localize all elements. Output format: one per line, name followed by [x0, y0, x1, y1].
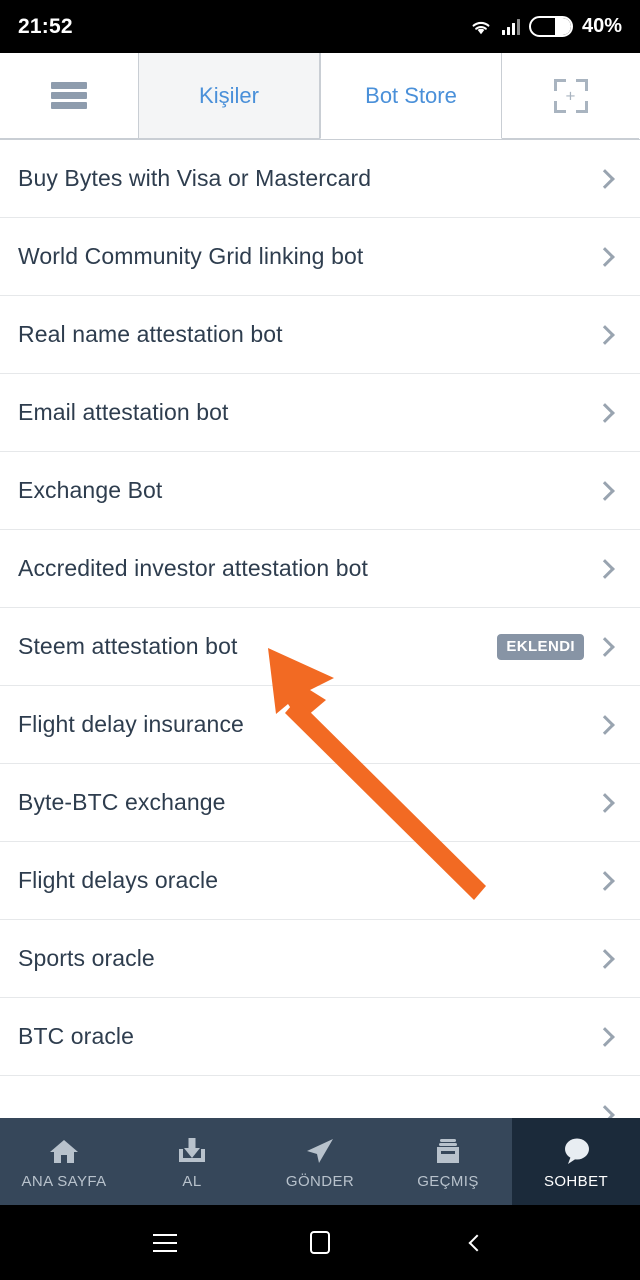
nav-item-ana-sayfa[interactable]: ANA SAYFA	[0, 1118, 128, 1205]
chevron-right-icon	[595, 558, 615, 579]
nav-item-label: ANA SAYFA	[21, 1172, 107, 1190]
nav-item-label: GEÇMIŞ	[417, 1172, 479, 1190]
chevron-right-icon	[595, 480, 615, 501]
send-icon	[301, 1134, 339, 1168]
chevron-right-icon	[595, 246, 615, 267]
chevron-right-icon	[595, 402, 615, 423]
list-item-label: Accredited investor attestation bot	[18, 555, 368, 581]
table-row[interactable]: Exchange Bot	[0, 452, 640, 530]
android-navigation-bar	[0, 1205, 640, 1280]
table-row[interactable]: Steem attestation bot EKLENDI	[0, 608, 640, 686]
table-row[interactable]: Flight delay insurance	[0, 686, 640, 764]
chevron-right-icon	[595, 324, 615, 345]
phone-screen: 21:52 40% Kişiler Bot Store + Buy Bytes …	[0, 0, 640, 1280]
recents-icon	[153, 1233, 177, 1252]
chevron-right-icon	[595, 948, 615, 969]
back-button[interactable]	[460, 1228, 490, 1258]
chevron-right-icon	[595, 636, 615, 657]
bot-store-list[interactable]: Buy Bytes with Visa or Mastercard World …	[0, 140, 640, 1118]
battery-icon	[528, 16, 573, 37]
table-row[interactable]: Sports oracle	[0, 920, 640, 998]
list-item-label: Flight delays oracle	[18, 867, 219, 893]
nav-item-gecmis[interactable]: GEÇMIŞ	[384, 1118, 512, 1205]
table-row[interactable]: Byte-BTC exchange	[0, 764, 640, 842]
tab-bot-store-label: Bot Store	[365, 82, 457, 108]
home-button[interactable]	[305, 1228, 335, 1258]
list-item-label: Email attestation bot	[18, 399, 229, 425]
table-row[interactable]: BTC oracle	[0, 998, 640, 1076]
list-item-label: Byte-BTC exchange	[18, 789, 226, 815]
chat-bubble-icon	[557, 1134, 595, 1168]
chevron-right-icon	[595, 792, 615, 813]
list-item-label: Sports oracle	[18, 945, 155, 971]
chevron-right-icon	[595, 870, 615, 891]
status-badge: EKLENDI	[497, 633, 584, 660]
home-icon	[45, 1134, 83, 1168]
table-row[interactable]: Buy Bytes with Visa or Mastercard	[0, 140, 640, 218]
bottom-navigation-bar: ANA SAYFA AL GÖNDER GEÇMIŞ SOHBET	[0, 1118, 640, 1205]
list-item-label: Steem attestation bot	[18, 633, 238, 659]
status-bar: 21:52 40%	[0, 0, 640, 53]
list-item-label: BTC oracle	[18, 1023, 135, 1049]
tab-kisiler-label: Kişiler	[199, 82, 259, 108]
tab-kisiler[interactable]: Kişiler	[138, 53, 320, 139]
archive-icon	[429, 1134, 467, 1168]
top-tab-bar: Kişiler Bot Store +	[0, 53, 640, 140]
status-time: 21:52	[18, 14, 73, 38]
table-row[interactable]: Email attestation bot	[0, 374, 640, 452]
chevron-right-icon	[595, 714, 615, 735]
chevron-right-icon	[595, 1026, 615, 1047]
table-row[interactable]: Real name attestation bot	[0, 296, 640, 374]
list-item-label: World Community Grid linking bot	[18, 243, 364, 269]
signal-icon	[501, 18, 520, 35]
table-row-partial[interactable]	[0, 1076, 640, 1118]
list-item-label: Flight delay insurance	[18, 711, 244, 737]
list-item-label: Exchange Bot	[18, 477, 163, 503]
nav-item-label: GÖNDER	[285, 1172, 355, 1190]
battery-percent-label: 40%	[581, 15, 622, 37]
wifi-icon	[472, 21, 490, 34]
nav-item-label: SOHBET	[543, 1172, 609, 1190]
recents-button[interactable]	[150, 1228, 180, 1258]
tab-bot-store[interactable]: Bot Store	[320, 53, 502, 139]
list-item-label: Real name attestation bot	[18, 321, 283, 347]
nav-item-gonder[interactable]: GÖNDER	[256, 1118, 384, 1205]
qr-scan-icon: +	[553, 78, 588, 113]
table-row[interactable]: Accredited investor attestation bot	[0, 530, 640, 608]
back-icon	[468, 1234, 486, 1251]
list-item-label: Buy Bytes with Visa or Mastercard	[18, 165, 372, 191]
scan-button[interactable]: +	[502, 53, 639, 139]
menu-button[interactable]	[0, 53, 138, 139]
chevron-right-icon	[595, 168, 615, 189]
nav-item-label: AL	[182, 1172, 202, 1190]
chevron-right-icon	[595, 1104, 615, 1118]
status-indicators: 40%	[469, 15, 622, 38]
home-icon	[310, 1231, 330, 1254]
download-icon	[173, 1134, 211, 1168]
hamburger-menu-icon	[51, 82, 87, 109]
nav-item-al[interactable]: AL	[128, 1118, 256, 1205]
nav-item-sohbet[interactable]: SOHBET	[512, 1118, 640, 1205]
table-row[interactable]: World Community Grid linking bot	[0, 218, 640, 296]
table-row[interactable]: Flight delays oracle	[0, 842, 640, 920]
